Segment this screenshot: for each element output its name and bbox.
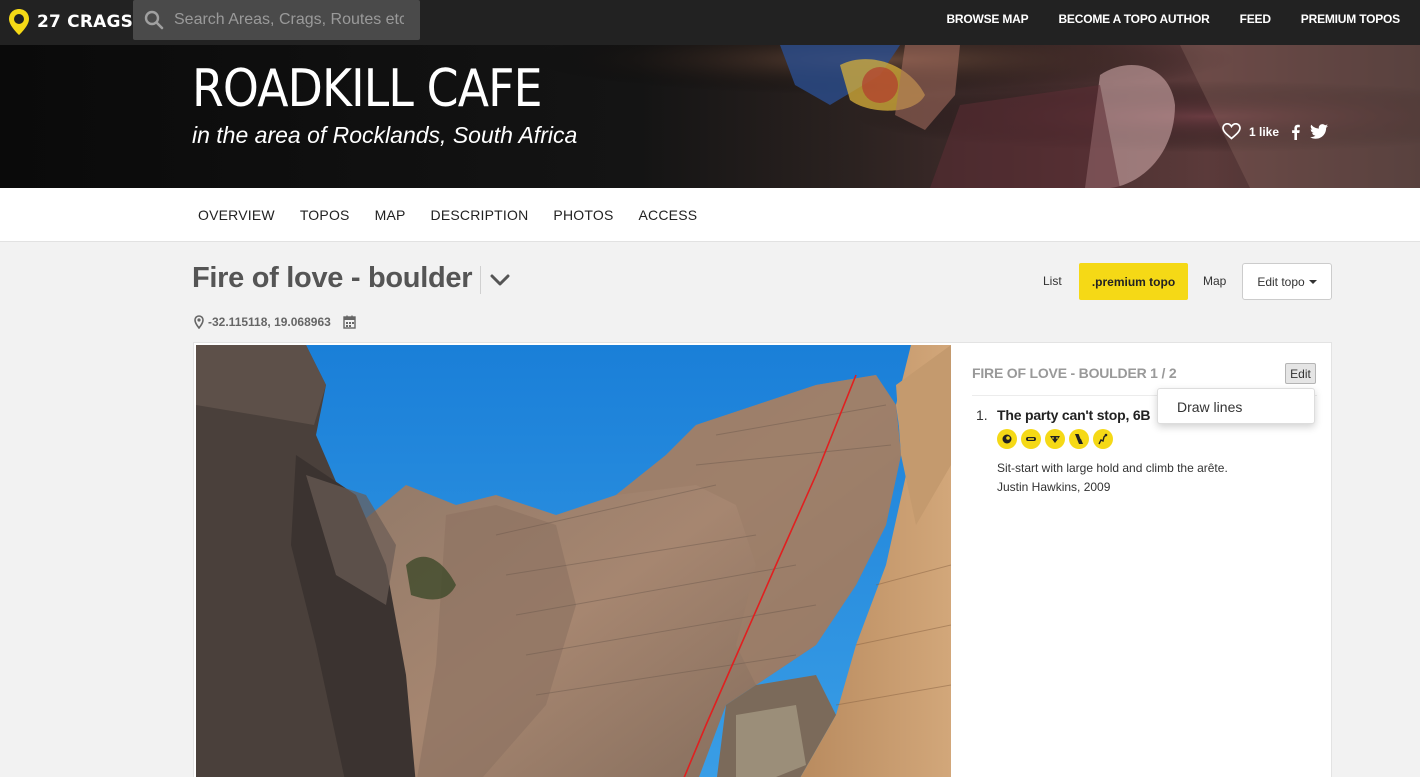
heart-icon[interactable] [1222, 123, 1241, 140]
route-icons [997, 429, 1117, 449]
view-list-link[interactable]: List [1043, 274, 1062, 288]
chevron-down-icon[interactable] [489, 270, 511, 290]
tab-description[interactable]: DESCRIPTION [431, 207, 529, 223]
nav-feed[interactable]: FEED [1240, 12, 1271, 26]
route-number: 1. [976, 407, 988, 423]
location-pin-logo-icon [9, 9, 29, 35]
facebook-icon[interactable] [1291, 124, 1300, 140]
map-marker-icon [194, 315, 204, 329]
view-map-link[interactable]: Map [1203, 274, 1226, 288]
page-subtitle: in the area of Rocklands, South Africa [192, 122, 578, 148]
logo[interactable]: 27 CRAGS [8, 6, 133, 38]
search-icon [144, 10, 164, 30]
route-name[interactable]: The party can't stop, 6B [997, 407, 1151, 423]
routes-panel: FIRE OF LOVE - BOULDER 1 / 2 Edit 1. The… [972, 363, 1317, 494]
tab-photos[interactable]: PHOTOS [553, 207, 613, 223]
social-actions: 1 like [1222, 123, 1329, 140]
search-input[interactable] [174, 11, 404, 29]
nav-become-topo-author[interactable]: BECOME A TOPO AUTHOR [1058, 12, 1209, 26]
edit-topo-button[interactable]: Edit topo [1242, 263, 1332, 300]
boulder-photo [196, 345, 951, 777]
tab-map[interactable]: MAP [375, 207, 406, 223]
highball-icon [1093, 429, 1113, 449]
edit-topo-label: Edit topo [1257, 274, 1305, 289]
twitter-icon[interactable] [1310, 124, 1329, 139]
edit-dropdown-menu: Draw lines [1157, 388, 1315, 424]
nav-premium-topos[interactable]: PREMIUM TOPOS [1301, 12, 1400, 26]
title-divider [480, 266, 481, 294]
search-box[interactable] [133, 0, 420, 40]
like-count: 1 like [1249, 124, 1280, 139]
route-author: Justin Hawkins, 2009 [997, 480, 1111, 494]
route-description: Sit-start with large hold and climb the … [997, 461, 1228, 475]
page-title: ROADKILL CAFE [192, 59, 543, 119]
nav-browse-map[interactable]: BROWSE MAP [946, 12, 1028, 26]
topo-title: Fire of love - boulder [192, 262, 473, 294]
tab-topos[interactable]: TOPOS [300, 207, 350, 223]
nav-links: BROWSE MAP BECOME A TOPO AUTHOR FEED PRE… [916, 0, 1400, 38]
topo-photo[interactable] [196, 345, 951, 777]
caret-down-icon [1308, 279, 1317, 284]
section-tabs: OVERVIEW TOPOS MAP DESCRIPTION PHOTOS AC… [0, 188, 1420, 242]
tab-access[interactable]: ACCESS [639, 207, 698, 223]
panel-heading: FIRE OF LOVE - BOULDER 1 / 2 [972, 365, 1177, 381]
arete-icon [1069, 429, 1089, 449]
edit-button[interactable]: Edit [1285, 363, 1316, 384]
sit-start-icon [997, 429, 1017, 449]
hero-banner: ROADKILL CAFE in the area of Rocklands, … [0, 45, 1420, 188]
tab-overview[interactable]: OVERVIEW [198, 207, 275, 223]
premium-topo-button[interactable]: .premium topo [1079, 263, 1188, 300]
menu-item-draw-lines[interactable]: Draw lines [1177, 399, 1242, 415]
coordinates-row: -32.115118, 19.068963 [194, 315, 356, 329]
crimp-icon [1021, 429, 1041, 449]
overhang-icon [1045, 429, 1065, 449]
logo-text: 27 CRAGS [37, 12, 134, 32]
calendar-icon[interactable] [343, 315, 356, 329]
top-navbar: 27 CRAGS BROWSE MAP BECOME A TOPO AUTHOR… [0, 0, 1420, 45]
coordinates: -32.115118, 19.068963 [208, 315, 331, 329]
